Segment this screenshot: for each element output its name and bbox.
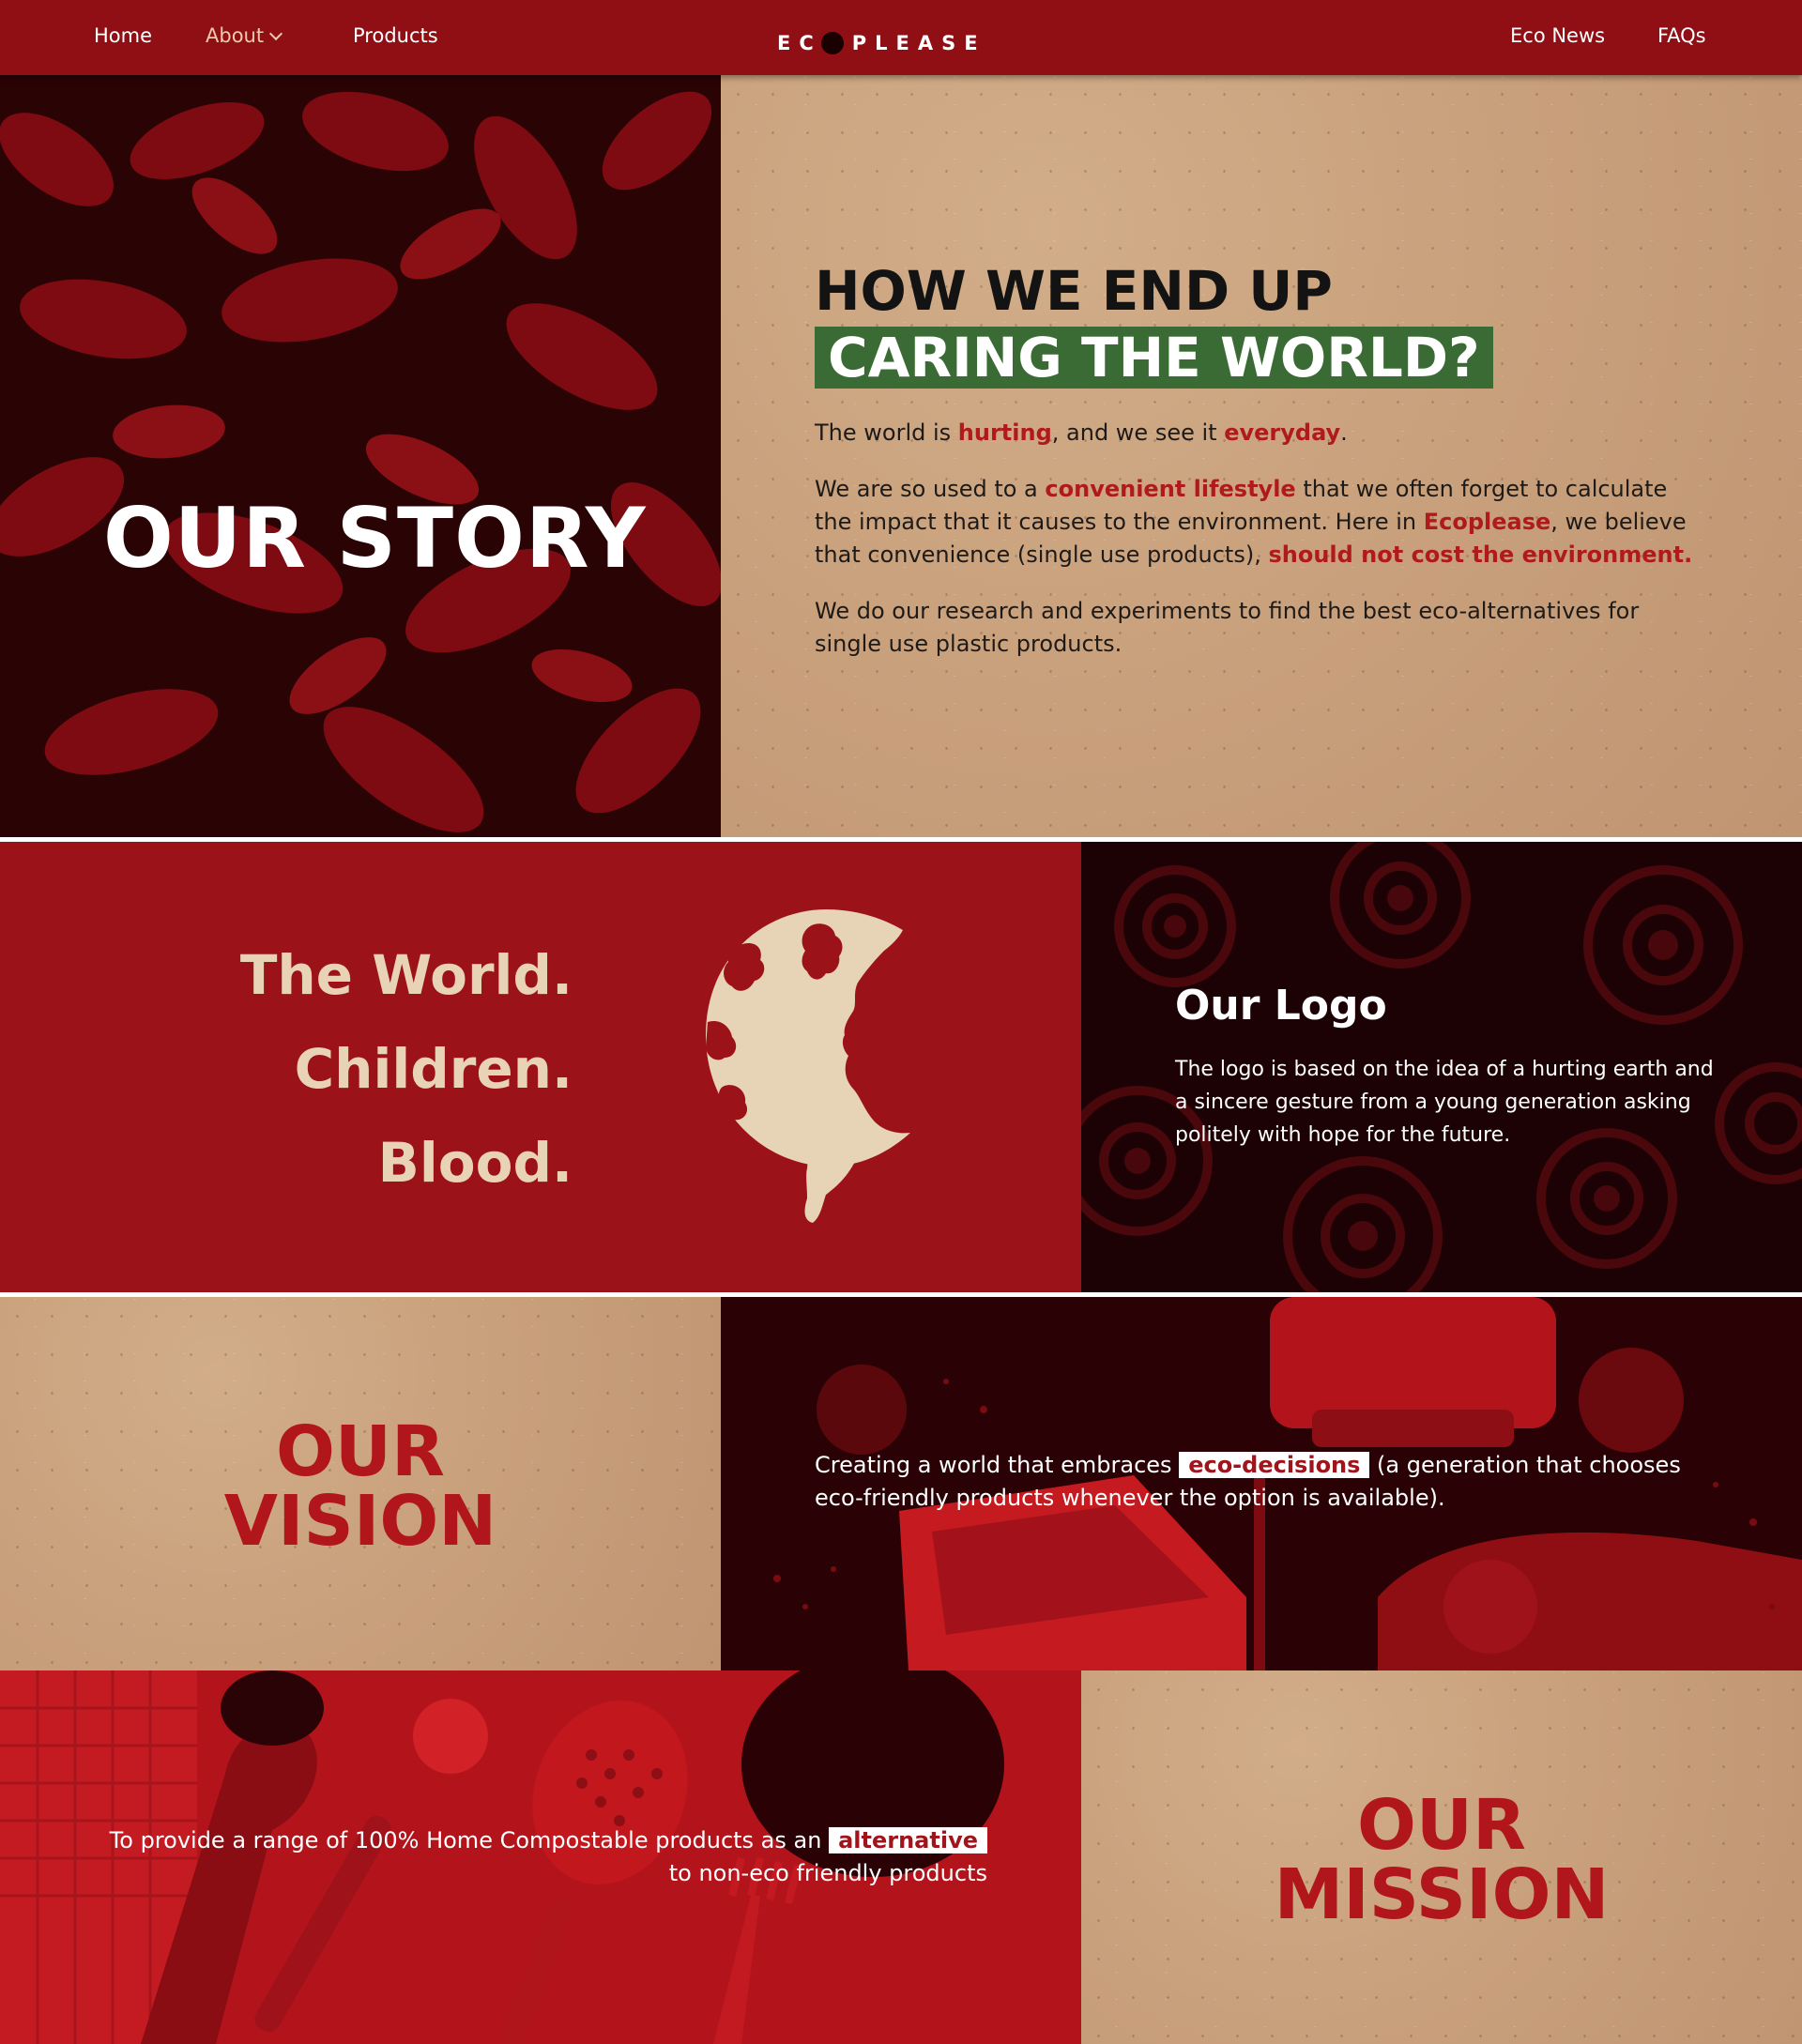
highlight-hurting: hurting	[957, 419, 1052, 446]
alternative-badge: alternative	[829, 1827, 987, 1853]
mission-title: OUR MISSION	[1081, 1791, 1802, 1930]
story-leaves-panel: OUR STORY	[0, 75, 721, 837]
nav-eco-news-link[interactable]: Eco News	[1510, 24, 1605, 47]
logo-dot-icon	[820, 32, 844, 54]
nav-about-label: About	[206, 24, 265, 47]
brand-logo[interactable]: EC PLEASE	[777, 24, 986, 62]
triad-world: The World.	[239, 943, 573, 1007]
triad-children: Children.	[294, 1037, 573, 1101]
logo-concept-panel: The World. Children. Blood.	[0, 842, 1081, 1292]
vision-title: OUR VISION	[0, 1417, 721, 1556]
our-logo-heading: Our Logo	[1175, 982, 1387, 1030]
text-span: , and we see it	[1051, 419, 1225, 446]
page-title: OUR STORY	[103, 490, 647, 587]
text-span: .	[1340, 419, 1348, 446]
vision-title-line2: VISION	[223, 1481, 497, 1562]
triad-column: The World. Children. Blood.	[0, 842, 573, 1292]
story-heading-line2: CARING THE WORLD?	[815, 327, 1493, 389]
text-span: to non-eco friendly products	[668, 1860, 987, 1886]
highlight-should-not-cost: should not cost the environment.	[1268, 542, 1693, 568]
story-paragraph-3: We do our research and experiments to fi…	[815, 598, 1640, 657]
nav-home-link[interactable]: Home	[94, 24, 152, 47]
story-text-panel	[721, 75, 1802, 837]
mission-title-line2: MISSION	[1274, 1854, 1610, 1935]
text-span: We are so used to a	[815, 476, 1046, 502]
eco-decisions-badge: eco-decisions	[1179, 1452, 1370, 1478]
mission-title-line1: OUR	[1357, 1785, 1526, 1866]
highlight-everyday: everyday	[1224, 419, 1341, 446]
nav-about-dropdown[interactable]: About	[206, 24, 283, 47]
story-paragraph-2: We are so used to a convenient lifestyle…	[815, 473, 1697, 572]
vision-statement: Creating a world that embraces eco-decis…	[815, 1449, 1716, 1515]
logo-text-left: EC	[777, 32, 822, 54]
chevron-down-icon	[269, 26, 283, 41]
mission-statement: To provide a range of 100% Home Composta…	[75, 1824, 987, 1890]
text-span: The world is	[815, 419, 958, 446]
highlight-ecoplease: Ecoplease	[1423, 509, 1551, 535]
nav-faqs-link[interactable]: FAQs	[1657, 24, 1706, 47]
earth-hand-logo-icon	[706, 909, 910, 1223]
story-paragraph-1: The world is hurting, and we see it ever…	[815, 417, 1697, 450]
top-navigation: Home About Products EC PLEASE Eco News FA…	[0, 0, 1802, 75]
text-span: To provide a range of 100% Home Composta…	[109, 1827, 830, 1853]
triad-blood: Blood.	[377, 1131, 573, 1195]
nav-products-link[interactable]: Products	[353, 24, 438, 47]
vision-title-line1: OUR	[276, 1411, 445, 1492]
leaves-background-image	[0, 91, 721, 832]
logo-text-right: PLEASE	[851, 32, 986, 54]
story-heading-line1: HOW WE END UP	[815, 259, 1333, 323]
our-logo-description: The logo is based on the idea of a hurti…	[1175, 1058, 1714, 1147]
text-span: Creating a world that embraces	[815, 1452, 1180, 1478]
highlight-convenient-lifestyle: convenient lifestyle	[1045, 476, 1296, 502]
